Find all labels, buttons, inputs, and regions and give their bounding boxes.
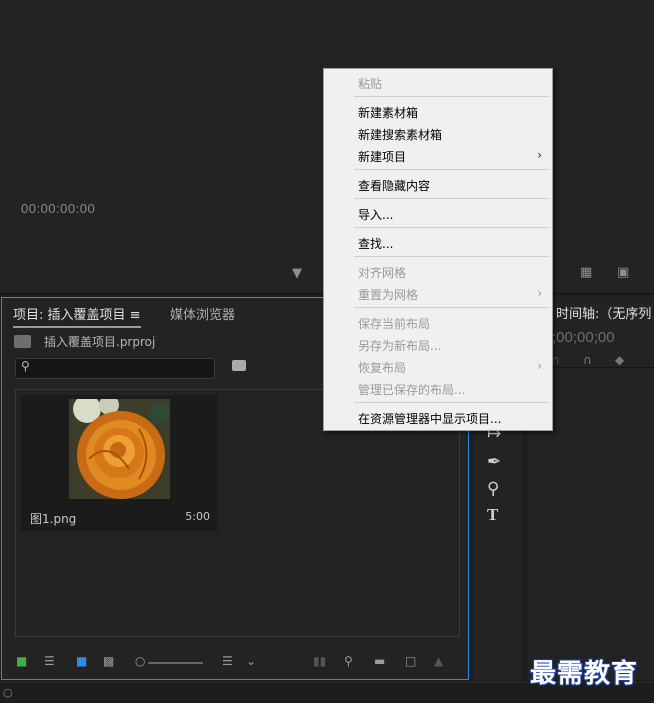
freeform-view-icon[interactable]: ▩ — [103, 654, 114, 668]
tab-project-label: 项目: 插入覆盖项目 — [13, 308, 126, 323]
tab-project[interactable]: 项目: 插入覆盖项目 ≡ — [13, 304, 141, 328]
type-tool-icon[interactable]: T — [487, 505, 498, 525]
clip-thumbnail[interactable] — [69, 399, 170, 499]
watermark-logo: 最需教育 — [530, 659, 639, 689]
zoom-tool-icon[interactable]: ⚲ — [487, 479, 499, 499]
menu-item-reset-grid[interactable]: 重置为网格 — [358, 286, 418, 303]
source-timecode[interactable]: 00:00:00:00 — [21, 201, 95, 216]
rose-image — [69, 399, 170, 499]
new-search-bin-icon[interactable] — [232, 360, 246, 371]
tools-panel: ↦ ✒ ⚲ T — [473, 418, 523, 682]
clip-item[interactable]: 图1.png 5:00 — [21, 395, 218, 531]
menu-item-align-grid[interactable]: 对齐网格 — [358, 264, 406, 281]
overlay-icon[interactable]: ▣ — [617, 265, 629, 280]
submenu-arrow-icon: › — [537, 359, 542, 373]
menu-item-save-layout[interactable]: 保存当前布局 — [358, 315, 430, 332]
submenu-arrow-icon: › — [537, 148, 542, 162]
menu-separator — [354, 402, 549, 403]
menu-separator — [354, 96, 549, 97]
menu-item-save-as-layout[interactable]: 另存为新布局... — [358, 337, 441, 354]
menu-separator — [354, 198, 549, 199]
menu-item-find[interactable]: 查找... — [358, 235, 393, 252]
find-icon[interactable]: ⚲ — [344, 654, 353, 668]
pen-tool-icon[interactable]: ✒ — [487, 452, 501, 472]
trash-icon[interactable]: ▲ — [434, 654, 443, 668]
project-toolbar: ■ ☰ ■ ▩ ○ ☰ ⌄ ▮▮ ⚲ ▬ □ ▲ — [2, 646, 468, 676]
menu-item-new-search-bin[interactable]: 新建搜索素材箱 — [358, 126, 442, 143]
new-item-icon[interactable]: □ — [405, 654, 416, 668]
menu-item-new-item[interactable]: 新建项目 — [358, 148, 406, 165]
menu-item-import[interactable]: 导入... — [358, 206, 393, 223]
menu-separator — [354, 169, 549, 170]
folder-icon[interactable] — [14, 335, 31, 348]
marker-icon[interactable]: ▼ — [292, 266, 302, 281]
tab-media-browser[interactable]: 媒体浏览器 — [170, 304, 235, 323]
timeline-timecode[interactable]: ;00;00;00 — [552, 329, 615, 346]
menu-item-new-bin[interactable]: 新建素材箱 — [358, 104, 418, 121]
sort-icon[interactable]: ☰ — [222, 654, 233, 668]
lock-icon[interactable]: ■ — [16, 654, 27, 668]
creative-cloud-icon[interactable]: ○ — [3, 686, 13, 699]
panel-menu-icon[interactable]: ≡ — [130, 308, 141, 323]
menu-item-manage-layouts[interactable]: 管理已保存的布局... — [358, 381, 465, 398]
chevron-down-icon[interactable]: ⌄ — [246, 654, 256, 668]
zoom-slider-handle[interactable]: ○ — [135, 654, 145, 668]
menu-item-view-hidden[interactable]: 查看隐藏内容 — [358, 177, 430, 194]
add-marker-icon[interactable]: ◆ — [615, 353, 624, 367]
search-icon: ⚲ — [21, 359, 30, 373]
submenu-arrow-icon: › — [537, 286, 542, 300]
menu-item-paste[interactable]: 粘贴 — [358, 75, 382, 92]
search-input[interactable]: ⚲ — [15, 358, 215, 379]
menu-item-restore-layout[interactable]: 恢复布局 — [358, 359, 406, 376]
context-menu: 粘贴 新建素材箱 新建搜索素材箱 新建项目 › 查看隐藏内容 导入... 查找.… — [323, 68, 553, 431]
clip-duration: 5:00 — [185, 510, 210, 523]
automate-icon[interactable]: ▮▮ — [313, 654, 326, 668]
list-view-icon[interactable]: ☰ — [44, 654, 55, 668]
zoom-slider-track[interactable] — [148, 662, 203, 664]
menu-item-reveal-explorer[interactable]: 在资源管理器中显示项目... — [358, 410, 501, 427]
menu-separator — [354, 227, 549, 228]
export-frame-icon[interactable]: ▦ — [580, 265, 592, 280]
menu-separator — [354, 256, 549, 257]
linked-selection-icon[interactable]: ∩ — [583, 353, 592, 367]
project-path: 插入覆盖项目.prproj — [44, 335, 156, 349]
clip-name: 图1.png — [30, 512, 77, 526]
new-bin-icon[interactable]: ▬ — [374, 654, 385, 668]
timeline-title[interactable]: 时间轴:（无序列 — [556, 303, 651, 322]
icon-view-icon[interactable]: ■ — [76, 654, 87, 668]
menu-separator — [354, 307, 549, 308]
